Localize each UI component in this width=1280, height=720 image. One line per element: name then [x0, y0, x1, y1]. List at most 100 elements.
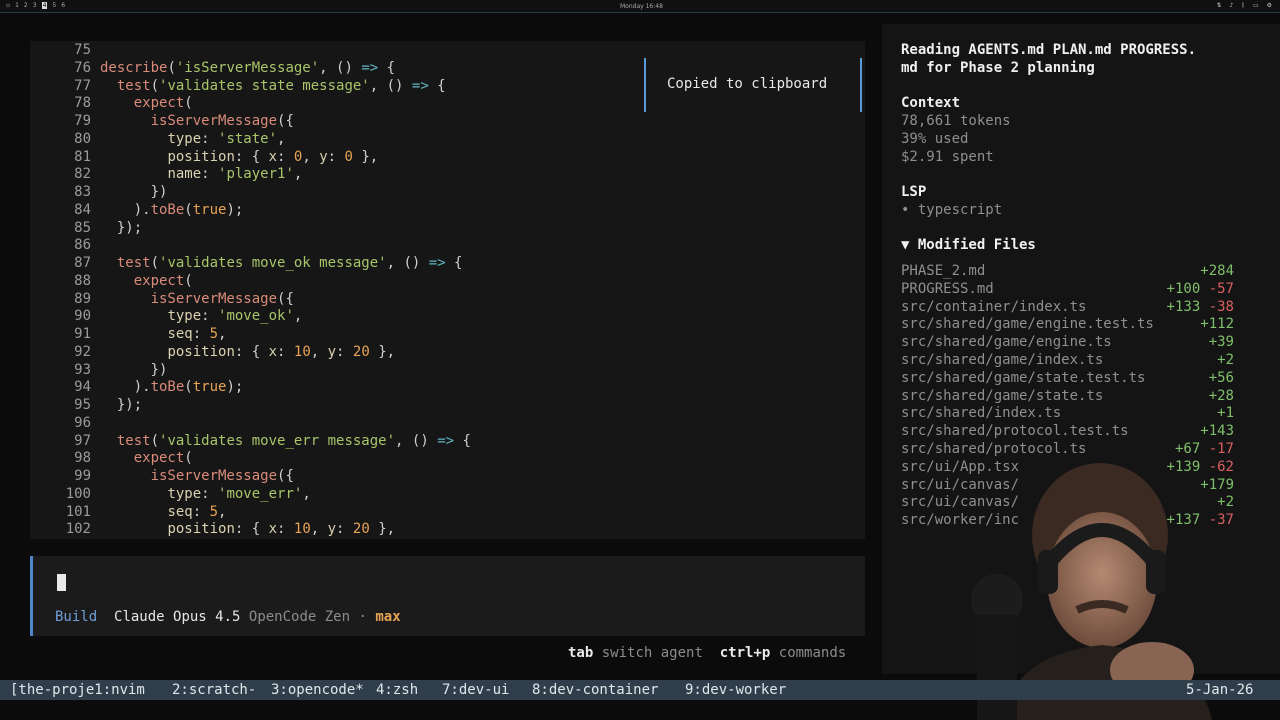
file-name: src/shared/index.ts — [901, 405, 1062, 422]
line-source: }); — [100, 397, 143, 413]
prompt-input[interactable]: Build Claude Opus 4.5 OpenCode Zen · max — [30, 556, 865, 636]
system-tray: ⇅ ♪ ᛒ ▭ ⚙ — [1216, 2, 1272, 9]
cost-spent: $2.91 spent — [901, 149, 994, 165]
modified-file-row[interactable]: src/shared/index.ts +1 — [901, 405, 1234, 423]
bluetooth-icon[interactable]: ᛒ — [1241, 2, 1245, 9]
tmux-status-bar: 5-Jan-26 [the-proje1:nvim 2:scratch- 3:ope… — [0, 680, 1280, 700]
line-source: type: 'move_err', — [167, 485, 311, 502]
file-diff-stats: +133 -38 — [1167, 299, 1234, 317]
tmux-window-4[interactable]: 4:zsh — [376, 680, 418, 700]
lsp-heading: LSP — [901, 184, 927, 200]
workspace-2[interactable]: 2 — [24, 2, 28, 9]
tmux-window-3[interactable]: 3:opencode* — [271, 680, 364, 700]
line-number: 98 — [74, 450, 91, 467]
modified-file-row[interactable]: src/shared/game/engine.test.ts +112 — [901, 316, 1234, 334]
battery-icon[interactable]: ▭ — [1253, 2, 1259, 9]
clock[interactable]: Monday 16:48 — [620, 3, 663, 10]
file-diff-stats: +284 — [1200, 263, 1234, 281]
file-name: src/shared/game/state.test.ts — [901, 369, 1146, 386]
workspace-indicator-icon: ▫ — [6, 2, 11, 9]
modified-file-row[interactable]: src/shared/protocol.test.ts +143 — [901, 423, 1234, 441]
tab-action: switch agent — [601, 645, 703, 661]
file-diff-stats: +2 — [1217, 352, 1234, 370]
line-source: expect( — [133, 95, 193, 112]
tmux-window-7[interactable]: 9:dev-worker — [685, 680, 786, 700]
line-source: }); — [100, 219, 143, 236]
line-number: 91 — [74, 326, 91, 342]
line-number: 77 — [74, 77, 91, 94]
clipboard-toast: Copied to clipboard — [644, 58, 862, 112]
model-name[interactable]: Claude Opus 4.5 — [114, 609, 240, 625]
line-number: 87 — [74, 255, 91, 271]
line-source: position: { x: 10, y: 20 }, — [167, 521, 396, 538]
workspace-1[interactable]: 1 — [15, 2, 19, 9]
modified-files-heading[interactable]: ▼ Modified Files — [901, 236, 1036, 254]
modified-file-row[interactable]: src/shared/game/engine.ts +39 — [901, 334, 1234, 352]
line-source: seq: 5, — [167, 326, 227, 342]
file-diff-stats: +100 -57 — [1167, 281, 1234, 299]
file-diff-stats: +1 — [1217, 405, 1234, 423]
file-name: src/shared/game/engine.ts — [901, 334, 1112, 351]
file-diff-stats: +56 — [1209, 370, 1234, 388]
code-viewer[interactable]: 75 76 describe('isServerMessage', () => { 7… — [30, 41, 865, 539]
lines-added: +39 — [1208, 334, 1234, 351]
lines-added: +56 — [1208, 369, 1234, 386]
line-source: type: 'move_ok', — [167, 308, 303, 325]
file-diff-stats: +143 — [1200, 423, 1234, 441]
file-name: src/container/index.ts — [901, 298, 1087, 315]
line-source: }) — [100, 361, 168, 378]
modified-file-row[interactable]: src/shared/game/index.ts +2 — [901, 352, 1234, 370]
modified-file-row[interactable]: PROGRESS.md +100 -57 — [901, 281, 1234, 299]
workspace-6[interactable]: 6 — [61, 2, 65, 9]
tmux-window-2[interactable]: 2:scratch- — [172, 680, 256, 700]
line-number: 90 — [74, 308, 91, 325]
line-number: 75 — [74, 42, 91, 58]
line-number: 96 — [74, 414, 91, 431]
file-name: PROGRESS.md — [901, 280, 994, 297]
line-number: 76 — [74, 59, 91, 76]
network-icon[interactable]: ⇅ — [1216, 2, 1221, 9]
file-diff-stats: +39 — [1209, 334, 1234, 352]
toast-text: Copied to clipboard — [667, 76, 828, 92]
line-source: test('validates move_err message', () =>… — [116, 432, 471, 449]
line-source: describe('isServerMessage', () => { — [100, 59, 396, 76]
modified-file-row[interactable]: src/shared/game/state.test.ts +56 — [901, 370, 1234, 388]
workspace-switcher: ▫ 1 2 3 4 5 6 — [6, 2, 65, 9]
system-top-bar: ▫ 1 2 3 4 5 6 Monday 16:48 ⇅ ♪ ᛒ ▭ ⚙ — [0, 0, 1280, 12]
context-used: 39% used — [901, 131, 969, 147]
file-name: src/shared/protocol.test.ts — [901, 423, 1129, 440]
variant-label[interactable]: max — [375, 609, 400, 625]
window-border — [0, 12, 1280, 13]
line-source: }) — [100, 184, 168, 200]
audio-icon[interactable]: ♪ — [1229, 2, 1233, 9]
workspace-4[interactable]: 4 — [41, 2, 48, 9]
line-source: name: 'player1', — [167, 166, 303, 183]
tmux-window-1[interactable]: [the-proje1:nvim — [10, 680, 145, 700]
line-source: isServerMessage({ — [150, 113, 294, 129]
line-number: 85 — [74, 219, 91, 236]
agent-name[interactable]: Build — [55, 609, 97, 625]
line-number: 99 — [74, 468, 91, 484]
tmux-window-6[interactable]: 8:dev-container — [532, 680, 658, 700]
cmd-key: ctrl+p — [719, 645, 771, 661]
file-name: src/shared/game/engine.test.ts — [901, 316, 1154, 333]
modified-file-row[interactable]: src/container/index.ts +133 -38 — [901, 299, 1234, 317]
line-source: test('validates move_ok message', () => … — [116, 255, 463, 271]
line-number: 97 — [74, 432, 91, 449]
line-number: 86 — [74, 237, 91, 254]
workspace-3[interactable]: 3 — [33, 2, 37, 9]
line-source: expect( — [133, 450, 193, 467]
settings-icon[interactable]: ⚙ — [1267, 2, 1272, 9]
tmux-window-5[interactable]: 7:dev-ui — [442, 680, 509, 700]
lines-added: +2 — [1217, 351, 1234, 368]
line-number: 92 — [74, 343, 91, 360]
status-date: 5-Jan-26 — [1186, 682, 1254, 698]
modified-file-row[interactable]: PHASE_2.md +284 — [901, 263, 1234, 281]
file-diff-stats: +28 — [1209, 388, 1234, 406]
modified-file-row[interactable]: src/shared/game/state.ts +28 — [901, 388, 1234, 406]
lines-removed: -57 — [1208, 280, 1234, 297]
workspace-5[interactable]: 5 — [52, 2, 56, 9]
line-source: expect( — [133, 272, 193, 289]
agent-model-line: Build Claude Opus 4.5 OpenCode Zen · max — [55, 609, 401, 625]
lines-added: +28 — [1208, 387, 1234, 404]
